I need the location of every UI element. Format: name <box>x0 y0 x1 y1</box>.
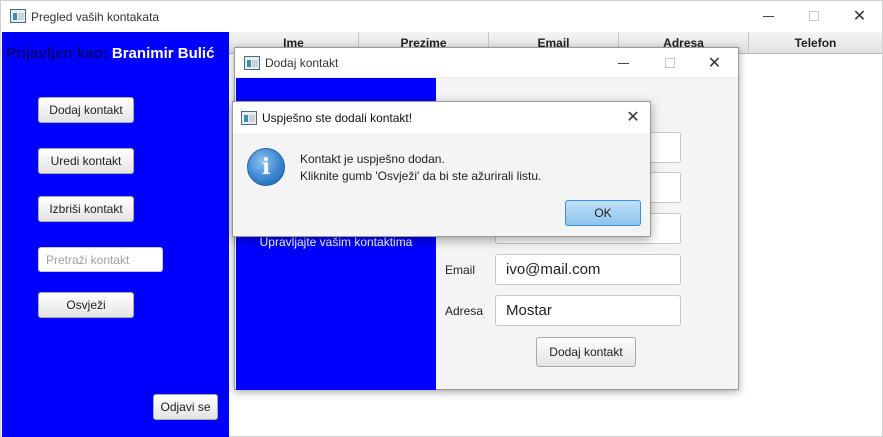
logged-in-user: Branimir Bulić <box>111 45 215 62</box>
main-titlebar: Pregled vaših kontakata ✕ <box>1 1 882 32</box>
close-button[interactable]: ✕ <box>837 1 882 31</box>
add-dialog-app-icon <box>244 56 260 70</box>
add-dialog-maximize-button <box>647 48 692 78</box>
logged-in-prefix: Prijavljen kao: <box>6 45 108 62</box>
success-alert-dialog: Uspješno ste dodali kontakt! ✕ i Kontakt… <box>232 101 651 237</box>
app-icon <box>10 9 26 23</box>
close-icon: ✕ <box>707 53 722 72</box>
close-icon: ✕ <box>852 6 867 25</box>
logout-button[interactable]: Odjavi se <box>153 394 218 420</box>
logged-in-label: Prijavljen kao: Branimir Bulić <box>6 45 214 62</box>
alert-titlebar: Uspješno ste dodali kontakt! ✕ <box>233 102 650 133</box>
add-contact-button[interactable]: Dodaj kontakt <box>38 97 134 123</box>
column-header-telefon[interactable]: Telefon <box>749 32 882 53</box>
ok-button[interactable]: OK <box>565 200 641 226</box>
sidebar: Prijavljen kao: Branimir Bulić Dodaj kon… <box>2 32 229 437</box>
address-label: Adresa <box>445 304 484 318</box>
minimize-icon <box>618 62 629 64</box>
delete-contact-button[interactable]: Izbriši kontakt <box>38 196 134 222</box>
submit-contact-button[interactable]: Dodaj kontakt <box>536 337 636 367</box>
email-field[interactable]: ivo@mail.com <box>495 254 681 285</box>
add-dialog-titlebar: Dodaj kontakt ✕ <box>235 48 738 78</box>
add-dialog-close-button[interactable]: ✕ <box>692 48 737 78</box>
info-icon: i <box>247 148 285 186</box>
add-dialog-subtitle: Upravljajte vašim kontaktima <box>259 235 413 249</box>
address-field[interactable]: Mostar <box>495 295 681 326</box>
alert-close-button[interactable]: ✕ <box>613 102 653 132</box>
alert-app-icon <box>241 111 257 125</box>
maximize-button <box>791 1 836 31</box>
email-label: Email <box>445 263 476 277</box>
maximize-icon <box>664 58 675 68</box>
close-icon: ✕ <box>626 107 640 126</box>
search-input[interactable] <box>38 247 163 272</box>
alert-message-line-2: Kliknite gumb 'Osvježi' da bi ste ažurir… <box>300 169 542 183</box>
main-window-title: Pregled vaših kontakata <box>31 10 160 24</box>
add-dialog-title: Dodaj kontakt <box>265 56 339 70</box>
alert-message-line-1: Kontakt je uspješno dodan. <box>300 152 445 166</box>
minimize-icon <box>763 15 774 17</box>
refresh-button[interactable]: Osvježi <box>38 292 134 318</box>
add-dialog-minimize-button[interactable] <box>601 48 646 78</box>
minimize-button[interactable] <box>746 1 791 31</box>
alert-title: Uspješno ste dodali kontakt! <box>262 111 413 125</box>
maximize-icon <box>808 11 819 21</box>
edit-contact-button[interactable]: Uredi kontakt <box>38 148 134 174</box>
alert-message: Kontakt je uspješno dodan. Kliknite gumb… <box>300 151 541 185</box>
